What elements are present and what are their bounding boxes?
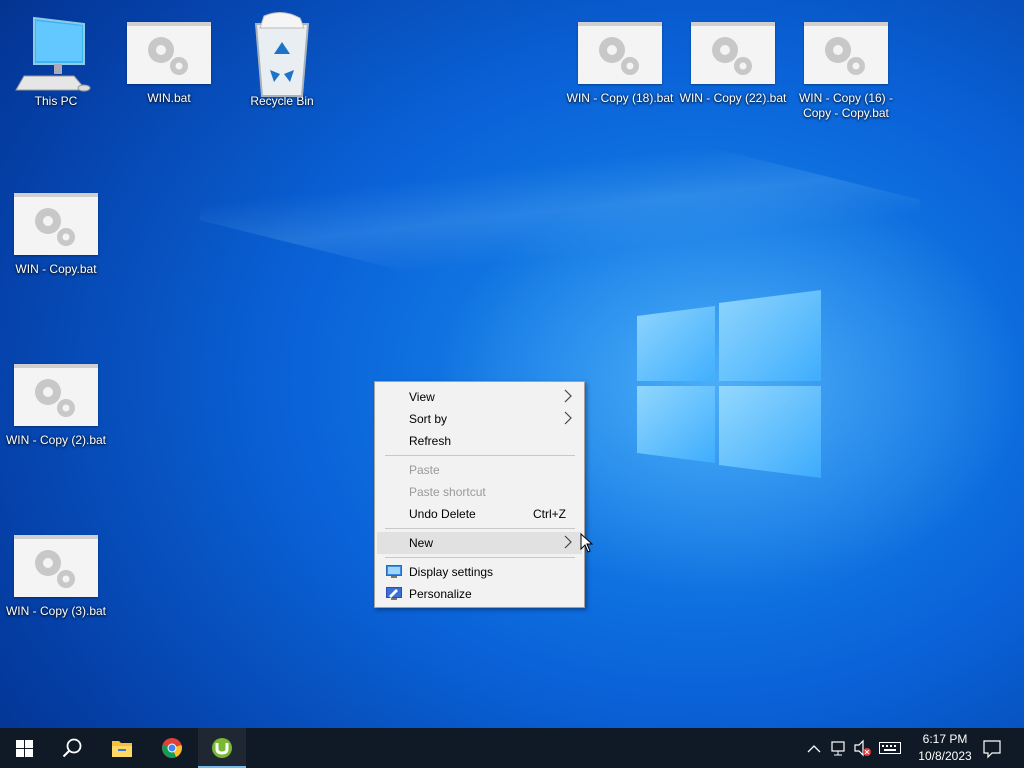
menu-separator (385, 557, 575, 558)
menu-item-label: Paste (409, 463, 440, 477)
notifications-icon[interactable] (982, 728, 1002, 768)
bat-file-label: WIN - Copy (22).bat (679, 91, 787, 105)
chrome-button[interactable] (148, 728, 196, 768)
gears-icon (691, 22, 775, 84)
clock[interactable]: 6:17 PM 10/8/2023 (906, 731, 984, 765)
gears-icon (14, 193, 98, 255)
keyboard-icon[interactable] (878, 728, 902, 768)
menu-item-display-settings[interactable]: Display settings (377, 561, 582, 583)
chevron-right-icon (564, 389, 572, 403)
gears-icon (804, 22, 888, 84)
start-button[interactable] (0, 728, 48, 768)
bat-file-label: WIN - Copy (3).bat (5, 604, 107, 618)
menu-item-personalize[interactable]: Personalize (377, 583, 582, 605)
menu-item-undo-delete[interactable]: Undo Delete Ctrl+Z (377, 503, 582, 525)
bat-file-label: WIN.bat (147, 91, 191, 105)
computer-icon (14, 14, 98, 94)
menu-item-label: Personalize (409, 587, 472, 601)
start-icon (16, 740, 33, 757)
menu-item-label: New (409, 536, 434, 550)
bat-file-label: WIN - Copy (16) - Copy - Copy.bat (798, 91, 893, 120)
bat-file-label: WIN - Copy.bat (15, 262, 97, 276)
menu-item-shortcut: Ctrl+Z (533, 507, 566, 521)
bat-file-icon[interactable]: WIN - Copy (2).bat (1, 342, 111, 448)
utorrent-icon (212, 738, 232, 758)
menu-item-new[interactable]: New (377, 532, 582, 554)
clock-time: 6:17 PM (922, 732, 968, 746)
gears-icon (14, 364, 98, 426)
bat-file-label: WIN - Copy (2).bat (5, 433, 107, 447)
chevron-up-icon[interactable] (806, 728, 822, 768)
menu-item-label: Refresh (409, 434, 452, 448)
this-pc-icon[interactable]: This PC (1, 0, 111, 109)
bat-file-icon[interactable]: WIN - Copy (16) - Copy - Copy.bat (791, 0, 901, 121)
menu-item-view[interactable]: View (377, 386, 582, 408)
desktop-context-menu: View Sort by Refresh Paste Paste shortcu… (374, 381, 585, 608)
menu-item-label: View (409, 390, 435, 404)
menu-item-sort-by[interactable]: Sort by (377, 408, 582, 430)
menu-item-paste-shortcut[interactable]: Paste shortcut (377, 481, 582, 503)
file-explorer-button[interactable] (98, 728, 146, 768)
bat-file-label: WIN - Copy (18).bat (566, 91, 674, 105)
gears-icon (14, 535, 98, 597)
menu-item-paste[interactable]: Paste (377, 459, 582, 481)
menu-separator (385, 455, 575, 456)
menu-item-label: Sort by (409, 412, 448, 426)
bat-file-icon[interactable]: WIN - Copy (22).bat (678, 0, 788, 106)
recycle-bin-icon[interactable]: Recycle Bin (227, 0, 337, 109)
bat-file-icon[interactable]: WIN - Copy (18).bat (565, 0, 675, 106)
file-explorer-icon (112, 741, 132, 757)
this-pc-label: This PC (34, 94, 78, 108)
bat-file-icon[interactable]: WIN.bat (114, 0, 224, 106)
utorrent-button[interactable] (198, 728, 246, 768)
menu-item-label: Undo Delete (409, 507, 476, 521)
taskbar: 6:17 PM 10/8/2023 (0, 728, 1024, 768)
trash-bin-icon (240, 10, 324, 98)
bat-file-icon[interactable]: WIN - Copy.bat (1, 171, 111, 277)
bat-file-icon[interactable]: WIN - Copy (3).bat (1, 513, 111, 619)
gears-icon (127, 22, 211, 84)
menu-separator (385, 528, 575, 529)
gears-icon (578, 22, 662, 84)
menu-item-label: Display settings (409, 565, 494, 579)
desktop[interactable]: This PC WIN.bat Recycle Bin WIN - Copy (… (0, 0, 1024, 728)
menu-item-label: Paste shortcut (409, 485, 486, 499)
chevron-right-icon (564, 535, 572, 549)
network-icon[interactable] (829, 728, 849, 768)
clock-date: 10/8/2023 (918, 749, 972, 763)
menu-item-refresh[interactable]: Refresh (377, 430, 582, 452)
personalize-icon (386, 587, 402, 600)
search-icon (62, 738, 82, 758)
display-settings-icon (386, 565, 402, 578)
volume-muted-icon[interactable] (853, 728, 873, 768)
search-button[interactable] (48, 728, 96, 768)
chevron-right-icon (564, 411, 572, 425)
mouse-pointer-icon (580, 533, 594, 553)
chrome-icon (162, 738, 182, 758)
